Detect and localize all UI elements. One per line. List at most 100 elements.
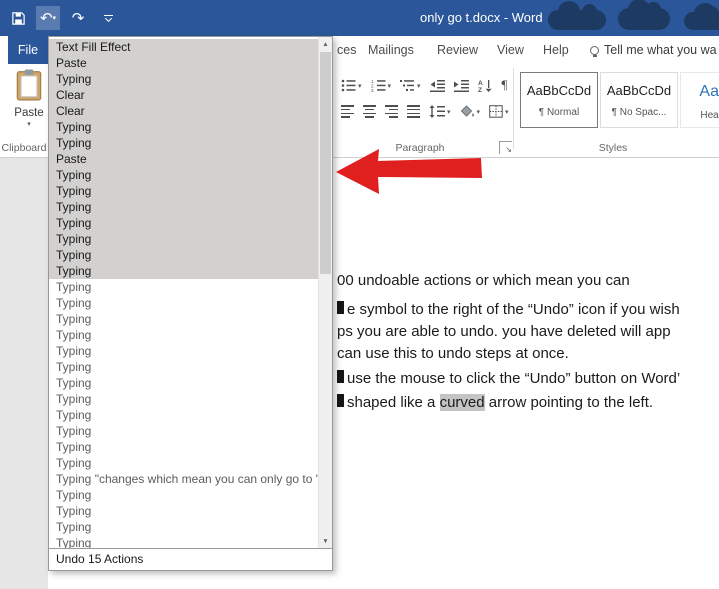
multilevel-list-button[interactable]: ▾ — [399, 78, 422, 93]
undo-item[interactable]: Typing — [49, 311, 318, 327]
undo-item[interactable]: Typing — [49, 343, 318, 359]
shading-button[interactable]: ▾ — [459, 104, 482, 119]
undo-item[interactable]: Typing — [49, 263, 318, 279]
undo-item[interactable]: Typing — [49, 215, 318, 231]
align-left-icon — [341, 105, 354, 118]
undo-item[interactable]: Typing — [49, 407, 318, 423]
undo-item[interactable]: Typing — [49, 327, 318, 343]
style-no-spacing[interactable]: AaBbCcDd ¶ No Spac... — [600, 72, 678, 128]
paste-button[interactable]: Paste ▾ — [8, 69, 50, 128]
style-heading[interactable]: AaBb Heading — [680, 72, 719, 128]
style-name: Heading — [700, 110, 719, 121]
svg-text:3.: 3. — [371, 88, 375, 92]
undo-item[interactable]: Clear — [49, 103, 318, 119]
undo-item[interactable]: Typing — [49, 519, 318, 535]
undo-button[interactable]: ↶ ▾ — [36, 6, 60, 30]
undo-item[interactable]: Typing — [49, 199, 318, 215]
clipboard-icon — [16, 69, 42, 101]
align-left-button[interactable] — [340, 104, 355, 119]
tab-review[interactable]: Review — [437, 36, 478, 64]
undo-item[interactable]: Typing — [49, 183, 318, 199]
undo-item[interactable]: Typing — [49, 231, 318, 247]
undo-scrollbar[interactable]: ▲ ▼ — [318, 37, 332, 548]
undo-count-label: Undo 15 Actions — [49, 548, 332, 570]
undo-item[interactable]: Paste — [49, 55, 318, 71]
scroll-up-button[interactable]: ▲ — [319, 37, 332, 51]
undo-list: Text Fill Effect Paste Typing Clear Clear Typ… — [49, 37, 318, 548]
workspace-margin — [0, 158, 48, 589]
undo-icon: ↶ — [39, 10, 53, 27]
borders-button[interactable]: ▾ — [488, 104, 510, 119]
borders-grid-icon — [489, 105, 503, 118]
cloud-decoration — [618, 0, 670, 30]
undo-item[interactable]: Paste — [49, 151, 318, 167]
undo-item[interactable]: Clear — [49, 87, 318, 103]
tab-file[interactable]: File — [8, 36, 48, 64]
undo-item[interactable]: Typing — [49, 359, 318, 375]
undo-item[interactable]: Typing — [49, 119, 318, 135]
undo-item[interactable]: Typing — [49, 535, 318, 548]
undo-item[interactable]: Typing — [49, 279, 318, 295]
align-center-button[interactable] — [362, 104, 377, 119]
undo-item[interactable]: Text Fill Effect — [49, 39, 318, 55]
scroll-down-icon: ▼ — [322, 537, 329, 545]
undo-item[interactable]: Typing — [49, 503, 318, 519]
tell-me-search[interactable]: Tell me what you wa — [590, 36, 717, 64]
titlebar: ↶ ▾ ↷ only go t.docx - Word — [0, 0, 719, 36]
undo-item[interactable]: Typing — [49, 455, 318, 471]
bullets-button[interactable]: ▾ — [340, 78, 363, 93]
justify-button[interactable] — [406, 104, 421, 119]
scroll-down-button[interactable]: ▼ — [319, 534, 332, 548]
undo-item[interactable]: Typing — [49, 295, 318, 311]
decrease-indent-button[interactable] — [429, 78, 446, 93]
style-normal[interactable]: AaBbCcDd ¶ Normal — [520, 72, 598, 128]
tab-mailings[interactable]: Mailings — [368, 36, 414, 64]
undo-item[interactable]: Typing — [49, 135, 318, 151]
caret-icon: ▾ — [476, 109, 481, 116]
caret-icon: ▾ — [505, 109, 509, 116]
word-window: ↶ ▾ ↷ only go t.docx - Word File ces Mai… — [0, 0, 719, 589]
line-spacing-button[interactable]: ▾ — [428, 104, 452, 119]
undo-item[interactable]: Typing — [49, 423, 318, 439]
numbering-button[interactable]: 1. 2. 3. ▾ — [370, 78, 393, 93]
increase-indent-button[interactable] — [453, 78, 470, 93]
line-spacing-icon — [429, 105, 445, 118]
undo-item[interactable]: Typing — [49, 71, 318, 87]
cloud-decoration — [548, 1, 606, 30]
undo-item[interactable]: Typing — [49, 439, 318, 455]
svg-text:A: A — [478, 80, 483, 87]
undo-item[interactable]: Typing — [49, 247, 318, 263]
annotation-arrow — [336, 149, 482, 194]
clipped-text-block — [337, 394, 344, 407]
align-right-button[interactable] — [384, 104, 399, 119]
scrollbar-thumb[interactable] — [320, 52, 331, 274]
paste-caret-icon: ▾ — [27, 121, 31, 128]
document-line: ps you are able to undo. you have delete… — [337, 323, 671, 340]
paragraph-controls-row2: ▾ ▾ ▾ — [340, 104, 510, 119]
style-sample: AaBbCcDd — [606, 83, 672, 98]
bullet-list-icon — [341, 79, 356, 91]
tab-view[interactable]: View — [497, 36, 524, 64]
redo-icon: ↷ — [71, 10, 85, 27]
show-hide-pilcrow-button[interactable]: ¶ — [501, 76, 509, 94]
align-right-icon — [385, 105, 398, 118]
undo-item[interactable]: Typing "changes which mean you can only … — [49, 471, 318, 487]
save-button[interactable] — [6, 6, 30, 30]
undo-item[interactable]: Typing — [49, 487, 318, 503]
tab-references-partial[interactable]: ces — [337, 36, 356, 64]
document-line: can use this to undo steps at once. — [337, 345, 569, 362]
undo-item[interactable]: Typing — [49, 375, 318, 391]
group-separator — [513, 68, 514, 149]
redo-button[interactable]: ↷ — [66, 6, 90, 30]
paste-label: Paste — [14, 107, 44, 119]
dialog-launcher-icon: ↘ — [505, 145, 512, 154]
sort-button[interactable]: AZ — [477, 78, 494, 93]
undo-item[interactable]: Typing — [49, 167, 318, 183]
tab-help[interactable]: Help — [543, 36, 569, 64]
paragraph-dialog-launcher[interactable]: ↘ — [499, 141, 512, 154]
undo-item[interactable]: Typing — [49, 391, 318, 407]
caret-icon: ▾ — [387, 82, 392, 90]
customize-qat-button[interactable] — [96, 6, 120, 30]
style-sample: AaBbCcDd — [526, 83, 592, 98]
save-icon — [11, 11, 25, 25]
